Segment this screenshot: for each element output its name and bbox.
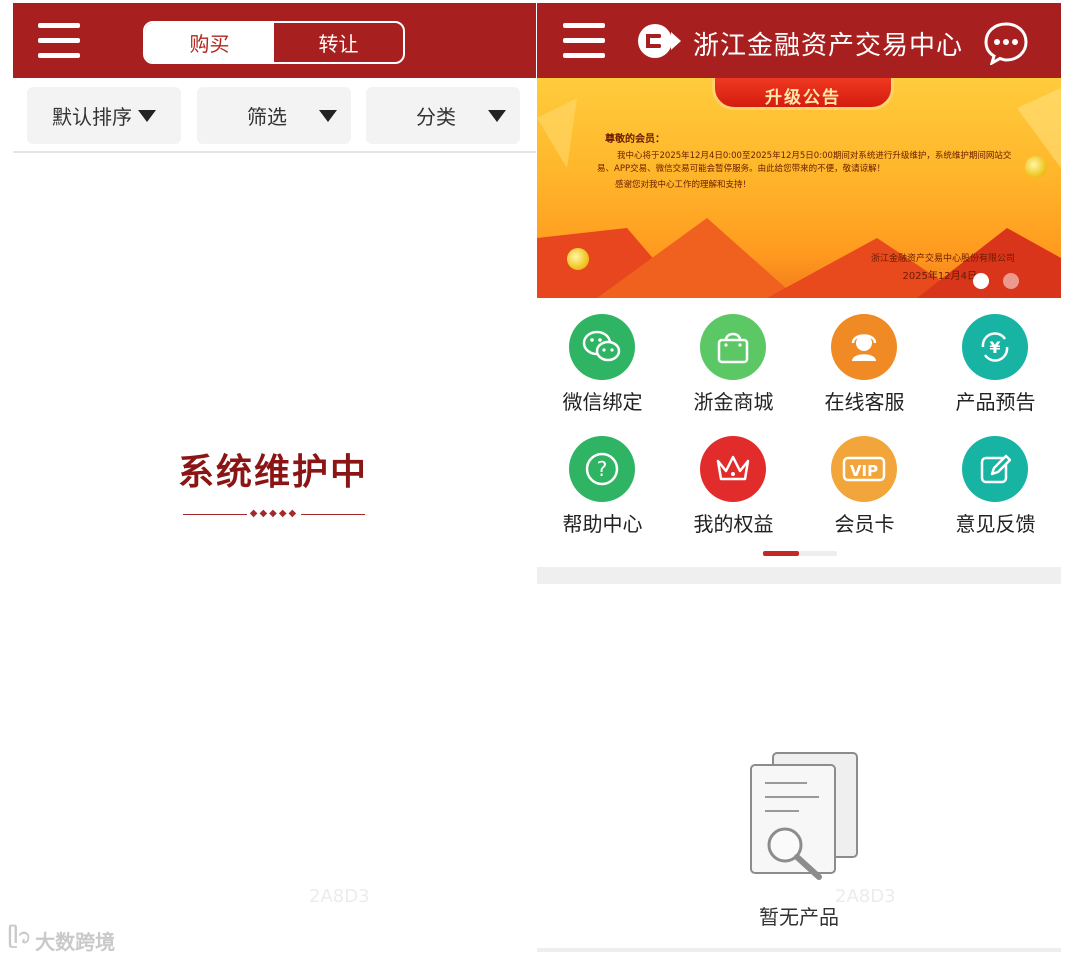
yuan-cycle-icon: ¥	[962, 314, 1028, 380]
sort-dropdown[interactable]: 默认排序	[27, 87, 181, 144]
grid-page-indicator	[763, 551, 837, 556]
menu-icon[interactable]	[563, 23, 605, 59]
tab-transfer[interactable]: 转让	[274, 23, 403, 62]
right-header-bar: 浙江金融资产交易中心	[537, 3, 1061, 78]
triangle-down-icon	[488, 109, 506, 122]
vip-icon: VIP	[831, 436, 897, 502]
grid-item-help-center[interactable]: ? 帮助中心	[537, 420, 668, 536]
grid-item-member-card[interactable]: VIP 会员卡	[799, 420, 930, 536]
grid-item-product-preview[interactable]: ¥ 产品预告	[930, 298, 1061, 414]
left-header-bar: 购买 转让	[13, 3, 536, 78]
grid-label: 在线客服	[824, 390, 905, 414]
brand-watermark: ᥫ᭡ 大数跨境	[8, 922, 115, 955]
category-dropdown[interactable]: 分类	[366, 87, 520, 144]
tab-buy[interactable]: 购买	[145, 23, 274, 62]
coin-decoration	[1025, 156, 1047, 178]
banner-body-text: 我中心将于2025年12月4日0:00至2025年12月5日0:00期间对系统进…	[597, 151, 1012, 174]
empty-document-search-icon	[750, 752, 858, 880]
banner-date: 2025年12月4日	[902, 271, 977, 282]
maintenance-title: 系统维护中	[177, 451, 368, 493]
header-title: 浙江金融资产交易中心	[693, 31, 964, 61]
triangle-down-icon	[319, 109, 337, 122]
filter-label: 筛选	[247, 105, 287, 129]
carousel-dot[interactable]	[973, 273, 989, 289]
category-label: 分类	[416, 105, 456, 129]
grid-item-online-service[interactable]: 在线客服	[799, 298, 930, 414]
wechat-icon	[569, 314, 635, 380]
grid-label: 微信绑定	[562, 390, 643, 414]
carousel-dot[interactable]	[1003, 273, 1019, 289]
right-phone-screen: 浙江金融资产交易中心 升级公告 尊敬的会员： 我中心将于2025年12月4日0:…	[537, 3, 1061, 955]
help-icon: ?	[569, 436, 635, 502]
coin-decoration	[567, 248, 589, 270]
brand-watermark-text: 大数跨境	[35, 929, 116, 954]
section-divider	[537, 567, 1061, 584]
banner-thanks-text: 感谢您对我中心工作的理解和支持！	[615, 180, 752, 190]
chat-icon[interactable]	[983, 21, 1029, 65]
grid-label: 浙金商城	[693, 390, 774, 414]
watermark-code: 2A8D3	[835, 886, 896, 907]
filter-dropdown[interactable]: 筛选	[197, 87, 351, 144]
grid-item-feedback[interactable]: 意见反馈	[930, 420, 1061, 536]
grid-item-mall[interactable]: 浙金商城	[668, 298, 799, 414]
ornamental-divider: ◆◆◆◆◆	[183, 505, 365, 525]
grid-item-wechat-bind[interactable]: 微信绑定	[537, 298, 668, 414]
banner-tag: 升级公告	[712, 78, 894, 110]
sort-label: 默认排序	[52, 105, 132, 129]
shopping-bag-icon	[700, 314, 766, 380]
svg-text:?: ?	[597, 457, 608, 481]
announcement-banner[interactable]: 升级公告 尊敬的会员： 我中心将于2025年12月4日0:00至2025年12月…	[537, 78, 1061, 298]
triangle-down-icon	[138, 109, 156, 122]
bottom-divider	[537, 948, 1061, 952]
filter-bar: 默认排序 筛选 分类	[13, 78, 536, 153]
watermark-code: 2A8D3	[309, 886, 370, 907]
menu-icon[interactable]	[38, 23, 80, 59]
svg-text:VIP: VIP	[850, 462, 878, 480]
buy-transfer-toggle: 购买 转让	[143, 21, 405, 64]
customer-service-icon	[831, 314, 897, 380]
grid-label: 会员卡	[834, 512, 895, 536]
zjfae-logo-icon	[638, 24, 681, 58]
grid-label: 产品预告	[955, 390, 1036, 414]
empty-state-text: 暂无产品	[759, 905, 839, 929]
edit-icon	[962, 436, 1028, 502]
brand-logo-icon: ᥫ᭡	[8, 924, 32, 948]
banner-greeting: 尊敬的会员：	[605, 134, 665, 145]
banner-signature: 浙江金融资产交易中心股份有限公司	[870, 254, 1015, 264]
grid-label: 帮助中心	[562, 512, 643, 536]
carousel-indicator	[973, 273, 1019, 289]
grid-label: 我的权益	[693, 512, 774, 536]
svg-text:¥: ¥	[989, 338, 1000, 357]
grid-label: 意见反馈	[955, 512, 1036, 536]
grid-item-my-rights[interactable]: 我的权益	[668, 420, 799, 536]
left-phone-screen: 购买 转让 默认排序 筛选 分类 系统维护中 ◆◆◆◆◆ 2A8D3	[13, 3, 536, 955]
crown-icon	[700, 436, 766, 502]
